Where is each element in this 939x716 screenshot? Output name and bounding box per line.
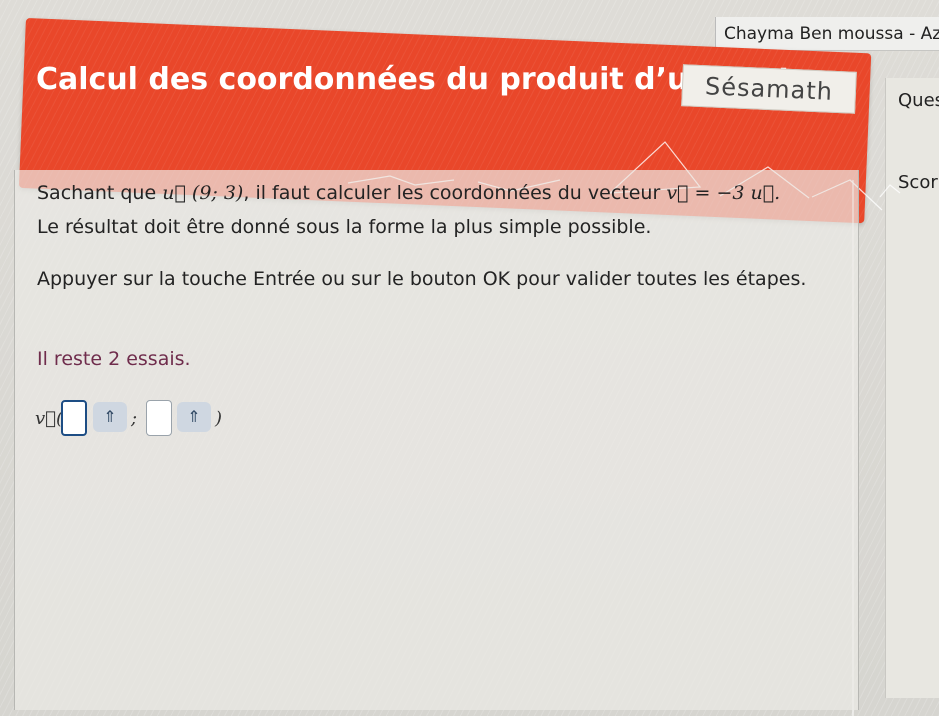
vector-u-symbol: u⃗	[162, 182, 186, 204]
answer-vector-label: v⃗(	[35, 408, 63, 429]
answer-separator: ;	[131, 408, 138, 429]
exercise-line-2: Le résultat doit être donné sous la form…	[37, 216, 652, 238]
answer-y-spinner[interactable]: ⇑	[177, 402, 211, 432]
sesamath-logo: Sésamath	[681, 64, 857, 114]
exercise-prefix: Sachant que	[37, 182, 157, 204]
score-label: Scor	[898, 172, 938, 193]
answer-x-input[interactable]	[61, 400, 87, 436]
exercise-middle: , il faut calculer les coordonnées du ve…	[243, 182, 661, 204]
exercise-card: Sachant que u⃗ (9; 3), il faut calculer …	[14, 170, 859, 710]
question-label: Ques	[898, 90, 939, 111]
answer-closing-paren: )	[215, 408, 223, 429]
instruction-text: Appuyer sur la touche Entrée ou sur le b…	[37, 268, 807, 290]
attempts-remaining: Il reste 2 essais.	[37, 348, 191, 370]
answer-row: v⃗( ⇑ ; ⇑ )	[35, 398, 235, 440]
answer-y-input[interactable]	[146, 400, 172, 436]
answer-x-spinner[interactable]: ⇑	[93, 402, 127, 432]
user-name: Chayma Ben moussa - Aziri	[715, 17, 939, 51]
vector-equation: v⃗ = −3 u⃗.	[666, 182, 781, 204]
exercise-line-1: Sachant que u⃗ (9; 3), il faut calculer …	[37, 182, 780, 204]
right-panel: Ques Scor	[885, 78, 939, 698]
vector-u-coordinates: (9; 3)	[191, 182, 244, 204]
